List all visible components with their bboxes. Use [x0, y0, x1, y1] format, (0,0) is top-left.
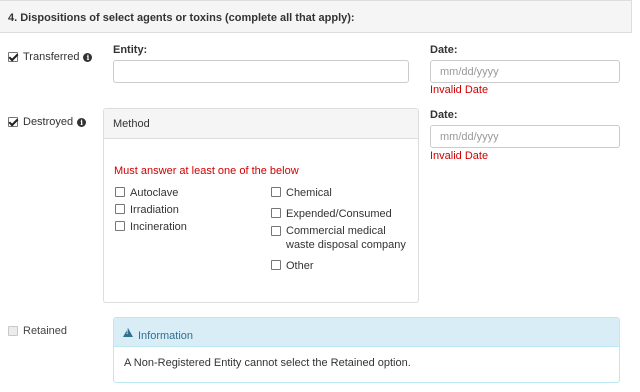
entity-input[interactable]	[113, 60, 409, 83]
irradiation-checkbox[interactable]	[115, 204, 125, 214]
chemical-checkbox[interactable]	[271, 187, 281, 197]
destroyed-date-error: Invalid Date	[430, 150, 489, 162]
method-option-expended[interactable]: Expended/Consumed	[271, 207, 392, 221]
transferred-checkbox[interactable]	[8, 52, 18, 62]
method-error: Must answer at least one of the below	[114, 165, 299, 177]
commercial-waste-label: Commercial medical waste disposal compan…	[286, 225, 406, 251]
method-option-chemical[interactable]: Chemical	[271, 186, 332, 200]
method-panel: Method Must answer at least one of the b…	[103, 108, 419, 303]
retained-option: Retained	[8, 325, 67, 337]
incineration-checkbox[interactable]	[115, 221, 125, 231]
method-option-other[interactable]: Other	[271, 259, 314, 273]
info-panel-message: A Non-Registered Entity cannot select th…	[124, 357, 411, 369]
method-option-commercial-waste[interactable]: Commercial medical waste disposal compan…	[271, 224, 411, 252]
destroyed-info-icon[interactable]: i	[77, 117, 87, 127]
method-option-incineration[interactable]: Incineration	[115, 220, 187, 234]
destroyed-option[interactable]: Destroyed i	[8, 116, 87, 128]
irradiation-label: Irradiation	[130, 204, 179, 216]
entity-label: Entity:	[113, 44, 148, 56]
chemical-label: Chemical	[286, 187, 332, 199]
transferred-label: Transferred	[23, 51, 80, 63]
section-title: 4. Dispositions of select agents or toxi…	[0, 0, 632, 33]
info-panel-header: Information	[114, 318, 619, 347]
autoclave-label: Autoclave	[130, 187, 179, 199]
other-checkbox[interactable]	[271, 260, 281, 270]
transferred-date-label: Date:	[430, 44, 458, 56]
expended-checkbox[interactable]	[271, 208, 281, 218]
retained-checkbox	[8, 326, 18, 336]
destroyed-date-label: Date:	[430, 109, 458, 121]
method-option-autoclave[interactable]: Autoclave	[115, 186, 178, 200]
transferred-option[interactable]: Transferred i	[8, 51, 93, 63]
destroyed-checkbox[interactable]	[8, 117, 18, 127]
info-panel-title: Information	[138, 330, 194, 342]
autoclave-checkbox[interactable]	[115, 187, 125, 197]
expended-label: Expended/Consumed	[286, 208, 392, 220]
destroyed-date-input[interactable]	[430, 125, 620, 148]
warning-icon	[123, 327, 133, 337]
incineration-label: Incineration	[130, 221, 187, 233]
other-label: Other	[286, 260, 314, 272]
transferred-info-icon[interactable]: i	[83, 52, 93, 62]
transferred-date-input[interactable]	[430, 60, 620, 83]
destroyed-label: Destroyed	[23, 116, 74, 128]
method-option-irradiation[interactable]: Irradiation	[115, 203, 179, 217]
transferred-date-error: Invalid Date	[430, 84, 489, 96]
retained-label: Retained	[23, 325, 68, 337]
commercial-waste-checkbox[interactable]	[271, 226, 281, 236]
retained-info-panel: Information A Non-Registered Entity cann…	[113, 317, 620, 383]
method-title: Method	[104, 109, 418, 139]
